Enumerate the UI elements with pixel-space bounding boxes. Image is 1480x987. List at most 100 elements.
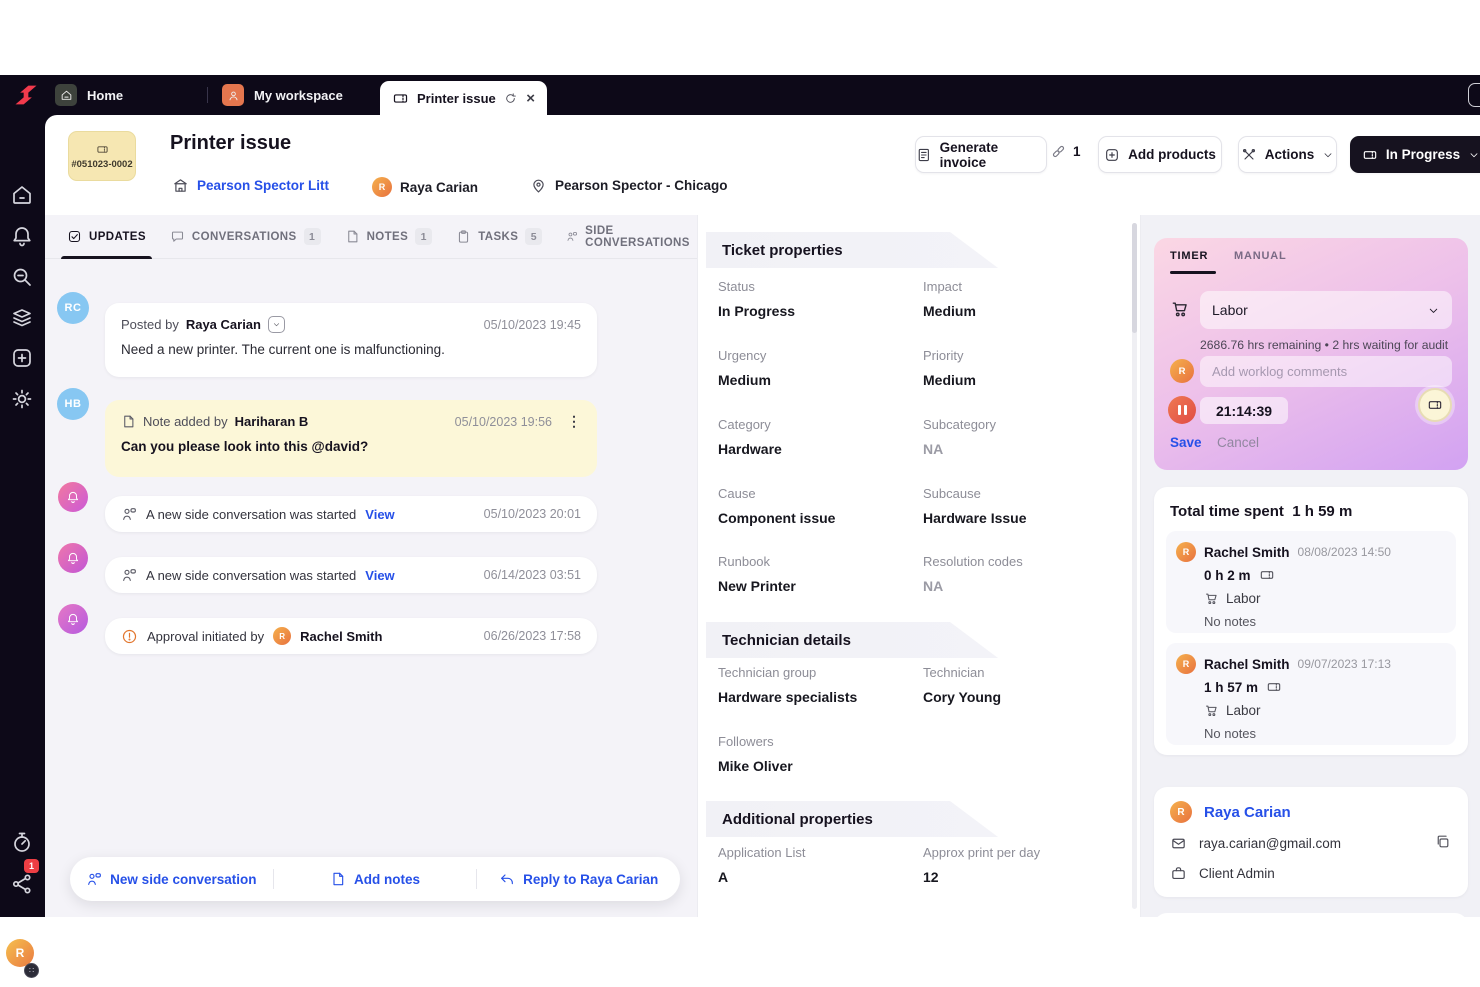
event-text: A new side conversation was started <box>146 507 356 522</box>
client-link[interactable]: Pearson Spector Litt <box>172 177 329 194</box>
settings-gear-icon[interactable] <box>10 387 34 411</box>
add-products-button[interactable]: Add products <box>1098 136 1222 173</box>
field-value: Hardware specialists <box>718 689 857 705</box>
tab-printer-issue[interactable]: Printer issue × <box>380 81 547 115</box>
tab-home[interactable]: Home <box>55 75 123 115</box>
worklog-notes: No notes <box>1204 726 1256 741</box>
requester-name: Raya Carian <box>400 180 478 195</box>
site-chip: Pearson Spector - Chicago <box>530 177 728 194</box>
save-button[interactable]: Save <box>1170 435 1202 450</box>
contact-name[interactable]: Raya Carian <box>1204 804 1291 821</box>
reply-button[interactable]: Reply to Raya Carian <box>477 871 680 887</box>
home-icon[interactable] <box>10 183 34 207</box>
tab-manual[interactable]: MANUAL <box>1234 250 1286 262</box>
avatar: HB <box>57 388 89 420</box>
avatar: R <box>1176 542 1196 562</box>
field-label: Subcategory <box>923 417 996 432</box>
tab-side-conversations[interactable]: SIDE CONVERSATIONS 2 <box>566 215 697 259</box>
post-author: Raya Carian <box>186 317 261 332</box>
field-label: Urgency <box>718 348 766 363</box>
notifications-bell-icon[interactable] <box>10 224 34 248</box>
side-conversation-icon <box>121 506 137 522</box>
field-value: Medium <box>718 372 771 388</box>
active-tab-underline <box>1170 271 1216 274</box>
worklog-item: Labor <box>1226 591 1261 606</box>
bell-avatar <box>58 482 88 512</box>
field-label: Application List <box>718 845 805 860</box>
superops-logo <box>11 81 41 109</box>
kebab-menu-icon[interactable]: ⋮ <box>567 413 581 430</box>
client-name: Pearson Spector Litt <box>197 178 329 193</box>
tab-notes[interactable]: NOTES 1 <box>345 215 433 259</box>
view-link[interactable]: View <box>365 507 394 522</box>
ticket-icon <box>1362 147 1378 163</box>
elapsed-time: 21:14:39 <box>1200 397 1288 424</box>
plus-square-icon <box>1104 147 1120 163</box>
add-notes-button[interactable]: Add notes <box>274 871 477 887</box>
feed-tabs: UPDATES CONVERSATIONS 1 NOTES 1 <box>45 215 697 259</box>
scrollbar-thumb[interactable] <box>1132 223 1137 333</box>
actions-button[interactable]: Actions <box>1238 136 1337 173</box>
actions-label: Actions <box>1265 147 1315 162</box>
reply-icon <box>499 871 515 887</box>
avatar-status-badge: ∷ <box>24 963 39 978</box>
worklog-avatar: R <box>1170 359 1194 383</box>
worklog-comment-input[interactable] <box>1200 356 1452 387</box>
tab-updates[interactable]: UPDATES <box>67 215 146 259</box>
requester-contact-card: R Raya Carian raya.carian@gmail.com Clie… <box>1154 787 1468 897</box>
tab-conversations[interactable]: CONVERSATIONS 1 <box>170 215 321 259</box>
copy-icon[interactable] <box>1434 833 1451 850</box>
field-label: Runbook <box>718 554 770 569</box>
field-value: Mike Oliver <box>718 758 793 774</box>
section-header: Additional properties <box>706 801 998 837</box>
worklog-duration: 1 h 57 m <box>1204 680 1258 695</box>
field-value: Hardware Issue <box>923 510 1027 526</box>
feed-post-card: Posted by Raya Carian 05/10/2023 19:45 N… <box>105 303 597 377</box>
field-label: Resolution codes <box>923 554 1023 569</box>
tab-timer[interactable]: TIMER <box>1170 250 1208 262</box>
collapse-post-icon[interactable] <box>268 316 285 333</box>
ticket-properties-panel: Ticket properties Status In Progress Imp… <box>697 215 1140 917</box>
side-conversation-icon <box>86 871 102 887</box>
close-tab-icon[interactable]: × <box>526 90 535 107</box>
tasks-count: 5 <box>525 228 542 245</box>
updates-icon <box>67 229 82 244</box>
linked-items[interactable]: 1 <box>1050 143 1081 160</box>
worklog-entry: R Rachel Smith 08/08/2023 14:50 0 h 2 m … <box>1166 531 1456 633</box>
note-icon <box>121 414 136 429</box>
updates-feed: UPDATES CONVERSATIONS 1 NOTES 1 <box>45 215 697 917</box>
linked-count: 1 <box>1073 144 1081 159</box>
create-plus-icon[interactable] <box>10 346 34 370</box>
section-header: Ticket properties <box>706 232 998 268</box>
worklog-notes: No notes <box>1204 614 1256 629</box>
work-item-select[interactable]: Labor <box>1200 291 1452 329</box>
topbar-corner-button[interactable] <box>1468 83 1480 107</box>
refresh-icon[interactable] <box>504 92 517 105</box>
field-value: A <box>718 869 728 885</box>
requester-chip[interactable]: R Raya Carian <box>372 177 478 197</box>
notes-count: 1 <box>415 228 432 245</box>
approval-timestamp: 06/26/2023 17:58 <box>484 629 581 643</box>
new-side-conversation-button[interactable]: New side conversation <box>70 871 273 887</box>
contact-email: raya.carian@gmail.com <box>1199 836 1341 851</box>
worklog-name: Rachel Smith <box>1204 657 1290 672</box>
modules-layers-icon[interactable] <box>10 305 34 329</box>
search-icon[interactable] <box>10 265 34 289</box>
field-value: Component issue <box>718 510 835 526</box>
field-label: Technician group <box>718 665 816 680</box>
field-value: Hardware <box>718 441 782 457</box>
tab-tasks[interactable]: TASKS 5 <box>456 215 542 259</box>
status-button[interactable]: In Progress <box>1350 136 1480 173</box>
timer-stopwatch-icon[interactable] <box>10 830 34 854</box>
pause-timer-button[interactable] <box>1168 396 1196 424</box>
share-nodes-icon[interactable] <box>10 872 34 896</box>
ticket-icon <box>392 90 409 107</box>
building-icon <box>172 177 189 194</box>
view-ticket-button[interactable] <box>1418 388 1452 422</box>
cancel-button[interactable]: Cancel <box>1217 435 1259 450</box>
tab-my-workspace[interactable]: My workspace <box>222 75 343 115</box>
generate-invoice-button[interactable]: Generate invoice <box>915 136 1047 173</box>
view-link[interactable]: View <box>365 568 394 583</box>
next-card-sliver <box>1154 913 1468 917</box>
post-timestamp: 05/10/2023 19:45 <box>484 318 581 332</box>
